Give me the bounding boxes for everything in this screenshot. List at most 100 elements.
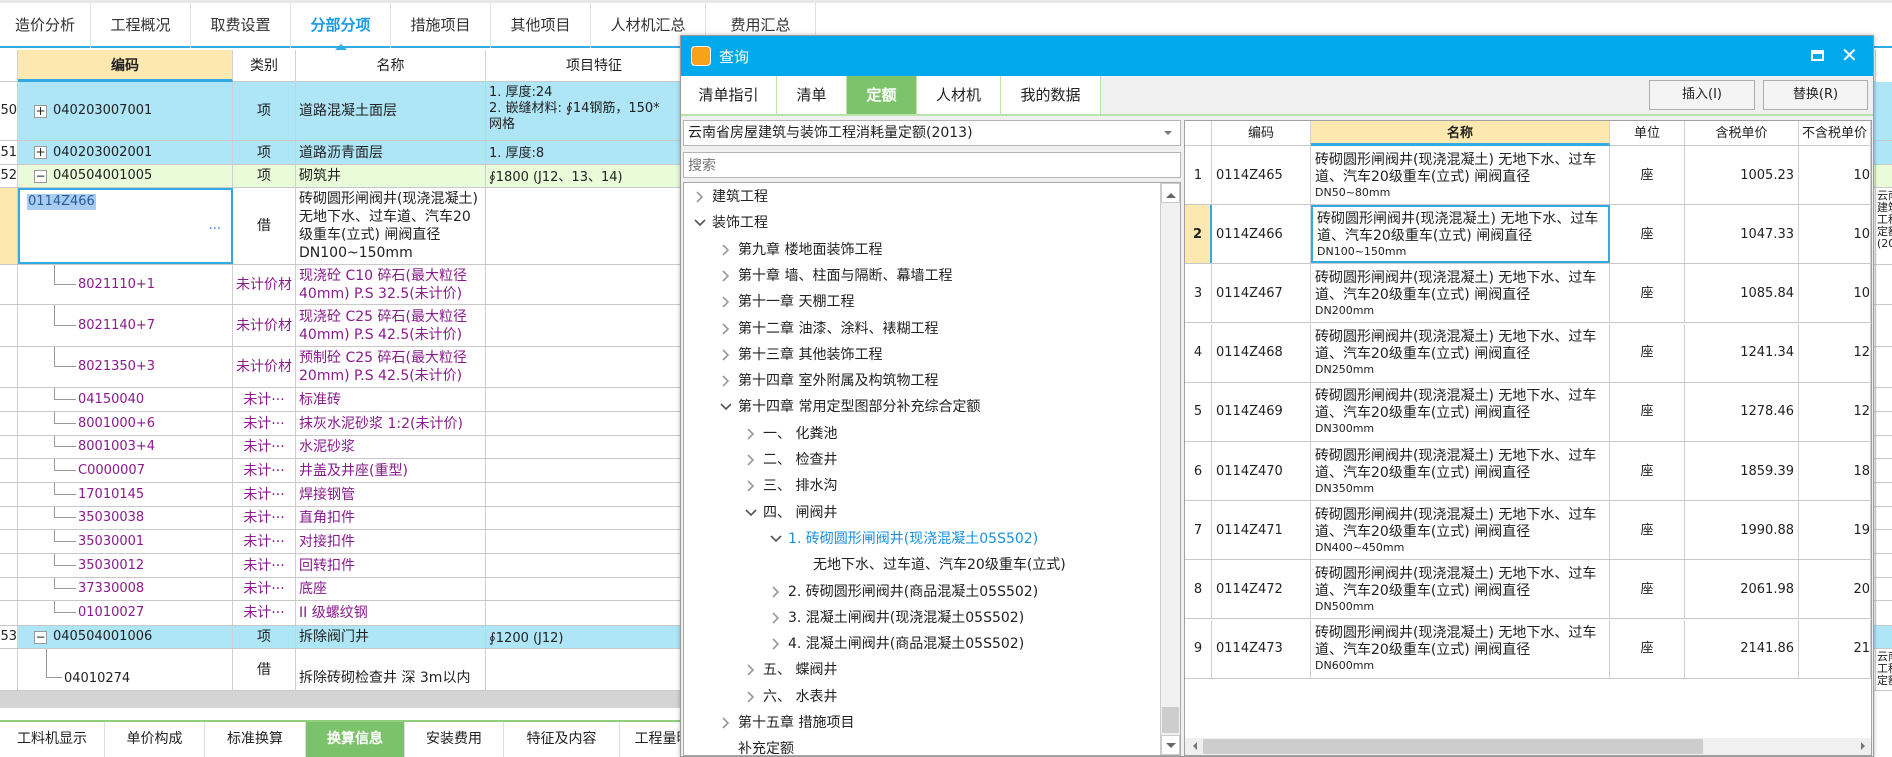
chevron-right-icon[interactable] [720, 296, 732, 308]
maximize-icon[interactable] [1811, 50, 1824, 61]
code-cell[interactable]: 01010027 [18, 601, 233, 625]
scroll-up-icon[interactable] [1161, 183, 1180, 203]
chevron-right-icon[interactable] [770, 638, 782, 650]
code-cell[interactable]: 8021140+7 [18, 305, 233, 346]
table-row[interactable]: 1 0114Z465 砖砌圆形闸阀井(现浇混凝土) 无地下水、过车道、汽车20级重车… [1185, 146, 1871, 205]
chevron-right-icon[interactable] [745, 691, 757, 703]
code-cell[interactable]: 35030038 [18, 507, 233, 529]
tree-node[interactable]: 补充定额 [684, 736, 1160, 755]
tree-node[interactable]: 三、 排水沟 [684, 473, 1160, 499]
table-row[interactable]: 8 0114Z472 砖砌圆形闸阀井(现浇混凝土) 无地下水、过车道、汽车20级重车… [1185, 560, 1871, 620]
dialog-tab-2[interactable]: 定额 [847, 76, 917, 114]
tree-node[interactable]: 五、 蝶阀井 [684, 657, 1160, 683]
chevron-right-icon[interactable] [745, 664, 757, 676]
header-name[interactable]: 名称 [296, 50, 486, 82]
table-row[interactable]: 7 0114Z471 砖砌圆形闸阀井(现浇混凝土) 无地下水、过车道、汽车20级重车… [1185, 501, 1871, 561]
code-cell[interactable]: 8021350+3 [18, 347, 233, 387]
expand-icon[interactable]: + [34, 104, 47, 118]
tree-vertical-scrollbar[interactable] [1160, 183, 1180, 755]
expand-icon[interactable]: + [34, 146, 47, 159]
grid-horizontal-scrollbar[interactable] [0, 691, 680, 708]
code-cell[interactable]: 8001003+4 [18, 436, 233, 458]
tree-node[interactable]: 装饰工程 [684, 210, 1160, 236]
tree-node[interactable]: 无地下水、过车道、汽车20级重车(立式) [684, 552, 1160, 578]
tree-node[interactable]: 第十三章 其他装饰工程 [684, 342, 1160, 368]
dialog-tab-0[interactable]: 清单指引 [681, 76, 777, 114]
tree-node[interactable]: 一、 化粪池 [684, 421, 1160, 447]
dialog-tab-3[interactable]: 人材机 [917, 76, 1001, 114]
tree-node[interactable]: 二、 检查井 [684, 447, 1160, 473]
tree-node[interactable]: 第十四章 室外附属及构筑物工程 [684, 368, 1160, 394]
tab-0[interactable]: 造价分析 [0, 3, 91, 48]
scroll-left-icon[interactable] [1189, 742, 1197, 750]
library-select[interactable]: 云南省房屋建筑与装饰工程消耗量定额(2013) [683, 120, 1181, 146]
close-icon[interactable]: ✕ [1841, 43, 1858, 67]
code-cell[interactable]: 0114Z466 ··· [18, 188, 233, 264]
scrollbar-thumb[interactable] [1203, 739, 1703, 754]
table-row[interactable]: 6 0114Z470 砖砌圆形闸阀井(现浇混凝土) 无地下水、过车道、汽车20级重车… [1185, 442, 1871, 501]
collapse-icon[interactable]: − [34, 169, 47, 183]
code-cell[interactable]: 04010274 [18, 649, 233, 690]
chevron-right-icon[interactable] [720, 244, 732, 256]
insert-button[interactable]: 插入(I) [1649, 80, 1755, 110]
bottom-tab-2[interactable]: 标准换算 [205, 722, 306, 757]
code-cell[interactable]: 35030012 [18, 554, 233, 577]
code-cell[interactable]: 8021110+1 [18, 265, 233, 304]
chevron-right-icon[interactable] [720, 270, 732, 282]
tab-4[interactable]: 措施项目 [391, 3, 491, 48]
code-edit-value[interactable]: 0114Z466 [27, 194, 96, 210]
chevron-right-icon[interactable] [720, 349, 732, 361]
dropdown-arrow-icon[interactable] [1164, 131, 1172, 139]
tree-node[interactable]: 第十章 墙、柱面与隔断、幕墙工程 [684, 263, 1160, 289]
chevron-right-icon[interactable] [694, 191, 706, 203]
bottom-tab-1[interactable]: 单价构成 [105, 722, 205, 757]
header-price-with-tax[interactable]: 含税单价 [1685, 121, 1799, 146]
dialog-tab-1[interactable]: 清单 [777, 76, 847, 114]
dialog-tab-4[interactable]: 我的数据 [1001, 76, 1101, 114]
header-name[interactable]: 名称 [1311, 121, 1610, 146]
code-cell[interactable]: 8001000+6 [18, 412, 233, 435]
chevron-right-icon[interactable] [745, 428, 757, 440]
chevron-down-icon[interactable] [694, 217, 706, 229]
tree-node[interactable]: 建筑工程 [684, 184, 1160, 210]
tree-node[interactable]: 第十一章 天棚工程 [684, 289, 1160, 315]
table-row[interactable]: 5 0114Z469 砖砌圆形闸阀井(现浇混凝土) 无地下水、过车道、汽车20级重车… [1185, 382, 1871, 442]
tree-node[interactable]: 4. 混凝土闸阀井(商品混凝土05S502) [684, 631, 1160, 657]
code-cell[interactable]: 37330008 [18, 578, 233, 600]
header-code[interactable]: 编码 [18, 50, 233, 82]
tree-node[interactable]: 第十二章 油漆、涂料、裱糊工程 [684, 316, 1160, 342]
table-row[interactable]: 2 0114Z466 砖砌圆形闸阀井(现浇混凝土) 无地下水、过车道、汽车20级重车… [1185, 205, 1871, 265]
chevron-down-icon[interactable] [720, 401, 732, 413]
chevron-right-icon[interactable] [745, 480, 757, 492]
chevron-right-icon[interactable] [720, 717, 732, 729]
table-row[interactable]: 3 0114Z467 砖砌圆形闸阀井(现浇混凝土) 无地下水、过车道、汽车20级重车… [1185, 264, 1871, 324]
code-cell[interactable]: 04150040 [18, 388, 233, 411]
chevron-right-icon[interactable] [770, 585, 782, 598]
chevron-right-icon[interactable] [720, 322, 732, 335]
tree-node[interactable]: 四、 闸阀井 [684, 500, 1160, 526]
code-cell[interactable]: 17010145 [18, 483, 233, 506]
table-row[interactable]: 9 0114Z473 砖砌圆形闸阀井(现浇混凝土) 无地下水、过车道、汽车20级重车… [1185, 619, 1871, 679]
bottom-tab-3[interactable]: 换算信息 [306, 722, 405, 757]
dialog-title-bar[interactable]: 查询 ✕ [681, 36, 1873, 76]
code-cell[interactable]: −040504001006 [18, 626, 233, 648]
tree-node[interactable]: 第九章 楼地面装饰工程 [684, 237, 1160, 263]
scroll-down-icon[interactable] [1161, 735, 1180, 755]
bottom-tab-0[interactable]: 工料机显示 [0, 722, 105, 757]
tab-3[interactable]: 分部分项 [291, 3, 391, 50]
collapse-icon[interactable]: − [34, 630, 47, 644]
chevron-down-icon[interactable] [745, 507, 757, 519]
header-price-without-tax[interactable]: 不含税单价 [1799, 121, 1871, 146]
header-type[interactable]: 类别 [233, 50, 296, 82]
header-code[interactable]: 编码 [1212, 121, 1311, 146]
bottom-tab-5[interactable]: 特征及内容 [504, 722, 620, 757]
scrollbar-thumb[interactable] [1162, 707, 1179, 733]
tab-2[interactable]: 取费设置 [191, 3, 291, 48]
tree-node[interactable]: 2. 砖砌圆形闸阀井(商品混凝土05S502) [684, 579, 1160, 605]
browse-button[interactable]: ··· [209, 222, 221, 238]
chevron-down-icon[interactable] [770, 533, 782, 545]
code-cell[interactable]: +040203007001 [18, 82, 233, 140]
tree-node[interactable]: 第十四章 常用定型图部分补充综合定额 [684, 394, 1160, 420]
header-unit[interactable]: 单位 [1610, 121, 1685, 146]
code-cell[interactable]: C0000007 [18, 459, 233, 482]
